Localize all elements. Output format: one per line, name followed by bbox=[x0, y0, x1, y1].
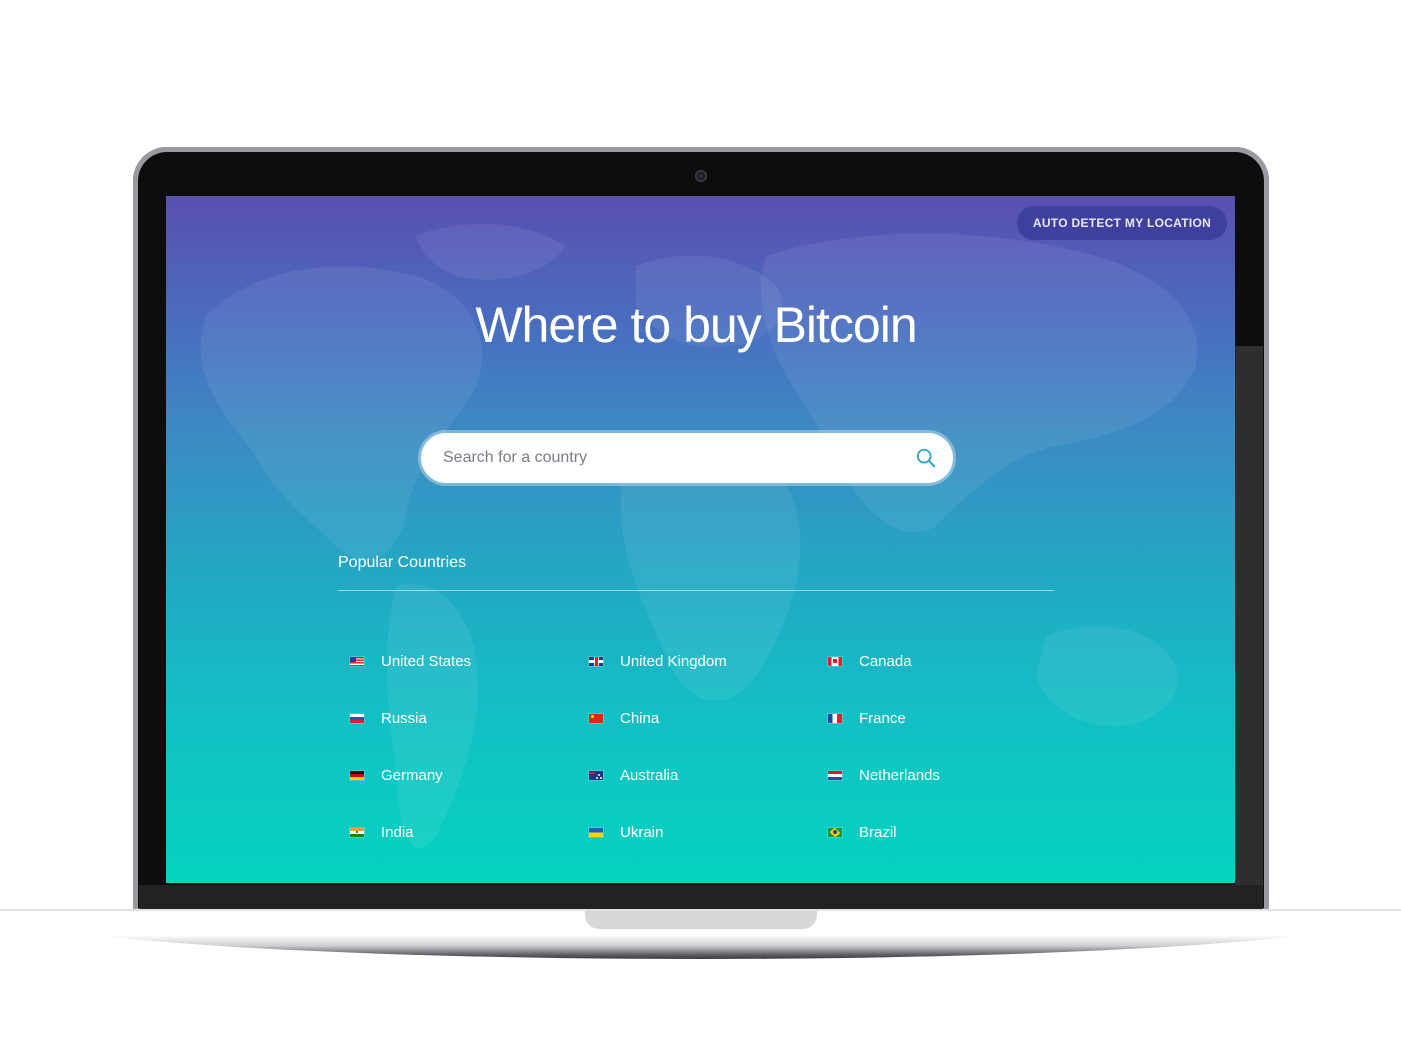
ukraine-flag-icon bbox=[589, 827, 603, 837]
divider bbox=[338, 590, 1054, 591]
popular-countries-heading: Popular Countries bbox=[338, 554, 467, 571]
webcam-icon bbox=[695, 170, 707, 182]
auto-detect-location-button[interactable]: AUTO DETECT MY LOCATION bbox=[1017, 206, 1227, 240]
country-link-australia[interactable]: Australia bbox=[589, 765, 828, 785]
country-name: China bbox=[620, 709, 660, 727]
country-name: Germany bbox=[381, 766, 443, 784]
country-name: India bbox=[381, 823, 414, 841]
germany-flag-icon bbox=[350, 770, 364, 780]
country-name: United States bbox=[381, 652, 472, 670]
country-link-china[interactable]: China bbox=[589, 708, 828, 728]
us-flag-icon bbox=[350, 656, 364, 666]
screen-bottom-bezel bbox=[139, 885, 1263, 911]
page-title: Where to buy Bitcoin bbox=[475, 297, 917, 353]
country-link-united-states[interactable]: United States bbox=[350, 651, 589, 671]
country-link-brazil[interactable]: Brazil bbox=[828, 822, 1067, 842]
country-name: Ukrain bbox=[620, 823, 664, 841]
country-name: Netherlands bbox=[859, 766, 940, 784]
russia-flag-icon bbox=[350, 713, 364, 723]
china-flag-icon bbox=[589, 713, 603, 723]
laptop-notch bbox=[585, 911, 817, 929]
country-name: Australia bbox=[620, 766, 679, 784]
country-search-box[interactable]: Search for a country bbox=[421, 433, 953, 483]
country-link-india[interactable]: India bbox=[350, 822, 589, 842]
country-link-united-kingdom[interactable]: United Kingdom bbox=[589, 651, 828, 671]
uk-flag-icon bbox=[589, 656, 603, 666]
netherlands-flag-icon bbox=[828, 770, 842, 780]
search-icon[interactable] bbox=[915, 447, 937, 469]
country-link-russia[interactable]: Russia bbox=[350, 708, 589, 728]
country-name: Russia bbox=[381, 709, 427, 727]
screen-bezel bbox=[1235, 346, 1263, 886]
country-name: Canada bbox=[859, 652, 912, 670]
india-flag-icon bbox=[350, 827, 364, 837]
country-name: United Kingdom bbox=[620, 652, 727, 670]
country-link-france[interactable]: France bbox=[828, 708, 1067, 728]
search-input[interactable]: Search for a country bbox=[443, 449, 915, 467]
brazil-flag-icon bbox=[828, 827, 842, 837]
canada-flag-icon bbox=[828, 656, 842, 666]
country-link-netherlands[interactable]: Netherlands bbox=[828, 765, 1067, 785]
country-link-germany[interactable]: Germany bbox=[350, 765, 589, 785]
country-link-ukraine[interactable]: Ukrain bbox=[589, 822, 828, 842]
australia-flag-icon bbox=[589, 770, 603, 780]
country-name: Brazil bbox=[859, 823, 897, 841]
country-link-canada[interactable]: Canada bbox=[828, 651, 1067, 671]
country-list: United States United Kingdom Canada Russ… bbox=[350, 651, 1070, 842]
country-name: France bbox=[859, 709, 906, 727]
france-flag-icon bbox=[828, 713, 842, 723]
app-screen: AUTO DETECT MY LOCATION Where to buy Bit… bbox=[166, 196, 1235, 883]
